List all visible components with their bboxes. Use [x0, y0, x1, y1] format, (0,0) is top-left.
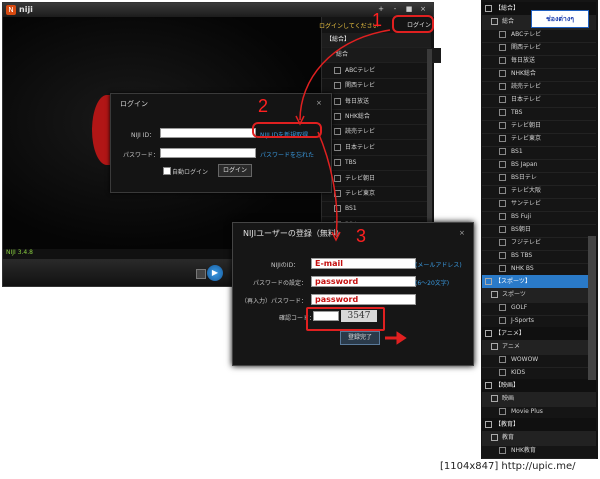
- step-number-1: 1: [372, 10, 383, 30]
- image-footer: [1104x847] http://upic.me/: [440, 461, 576, 472]
- highlight-login-button: [392, 15, 434, 33]
- highlight-captcha: [306, 307, 385, 331]
- arrow-2-line: [317, 131, 338, 237]
- arrow-3-pointer: [385, 331, 407, 345]
- step-number-3: 3: [356, 226, 367, 246]
- highlight-register-link: [252, 122, 322, 138]
- step-number-2: 2: [258, 96, 269, 116]
- annotation-overlay: [295, 29, 407, 345]
- arrow-1-line: [299, 29, 391, 121]
